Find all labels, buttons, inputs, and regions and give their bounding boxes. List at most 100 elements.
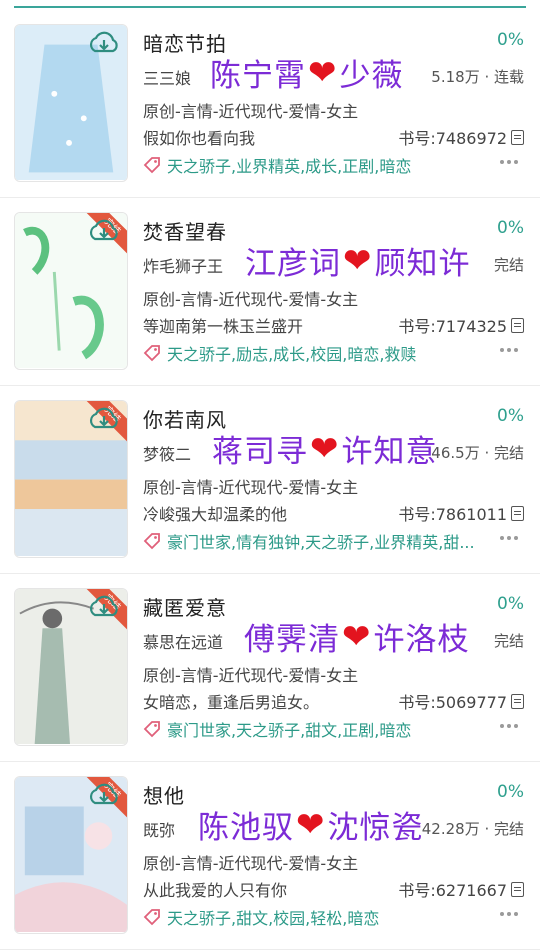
tag-icon: [143, 721, 160, 738]
overlay-name-left: 江彦词: [245, 246, 341, 282]
book-description: 等迦南第一株玉兰盛开: [143, 317, 304, 336]
tags-text: 豪门世家,情有独钟,天之骄子,业界精英,甜...: [167, 533, 475, 552]
book-cover[interactable]: 完结: [14, 400, 128, 558]
book-tags: 天之骄子,甜文,校园,轻松,暗恋: [143, 905, 513, 929]
couple-overlay: 傅霁清 ❤ 许洛枝: [244, 614, 470, 659]
book-cover[interactable]: 完结: [14, 212, 128, 370]
read-progress: 0%: [497, 30, 524, 50]
more-options-icon[interactable]: [500, 536, 518, 540]
couple-overlay: 陈宁霄 ❤ 少薇: [210, 50, 404, 95]
overlay-name-right: 许洛枝: [373, 622, 470, 658]
book-cover[interactable]: 完结: [14, 776, 128, 934]
book-item[interactable]: 完结 你若南风 0% 梦筱二 46.5万 · 完结 原创-言情-近代现代-爱情-…: [0, 386, 540, 574]
book-number[interactable]: 书号:7861011: [398, 501, 524, 525]
book-genre: 原创-言情-近代现代-爱情-女主: [143, 290, 359, 309]
cloud-download-icon[interactable]: [87, 593, 121, 621]
overlay-name-left: 蒋司寻: [212, 434, 308, 470]
book-stats: 完结: [493, 632, 524, 650]
overlay-name-right: 少薇: [339, 58, 404, 94]
overlay-name-left: 陈池驭: [198, 810, 294, 846]
book-number-text: 书号:7486972: [398, 129, 507, 148]
tags-text: 天之骄子,甜文,校园,轻松,暗恋: [167, 909, 380, 928]
overlay-name-left: 陈宁霄: [210, 58, 306, 94]
tag-icon: [143, 533, 160, 550]
more-options-icon[interactable]: [500, 160, 518, 164]
book-tags: 天之骄子,业界精英,成长,正剧,暗恋: [143, 153, 513, 177]
book-tags: 天之骄子,励志,成长,校园,暗恋,救赎: [143, 341, 513, 365]
heart-icon: ❤: [296, 804, 326, 845]
book-stats: 5.18万 · 连载: [431, 68, 524, 86]
book-stats: 42.28万 · 完结: [421, 820, 524, 838]
heart-icon: ❤: [342, 616, 372, 657]
book-item[interactable]: 完结 想他 0% 既弥 42.28万 · 完结 原创-言情-近代现代-爱情-女主…: [0, 762, 540, 950]
book-item[interactable]: 暗恋节拍 0% 三三娘 5.18万 · 连载 原创-言情-近代现代-爱情-女主 …: [0, 10, 540, 198]
book-number-text: 书号:5069777: [398, 693, 507, 712]
heart-icon: ❤: [310, 428, 340, 469]
book-number[interactable]: 书号:6271667: [398, 877, 524, 901]
book-stats: 完结: [493, 256, 524, 274]
tag-icon: [143, 345, 160, 362]
read-progress: 0%: [497, 594, 524, 614]
book-genre: 原创-言情-近代现代-爱情-女主: [143, 102, 359, 121]
book-description: 女暗恋，重逢后男追女。: [143, 693, 320, 712]
heart-icon: ❤: [343, 240, 373, 281]
tags-text: 豪门世家,天之骄子,甜文,正剧,暗恋: [167, 721, 412, 740]
overlay-name-right: 顾知许: [374, 246, 471, 282]
copy-icon[interactable]: [511, 505, 524, 521]
book-description: 从此我爱的人只有你: [143, 881, 288, 900]
read-progress: 0%: [497, 782, 524, 802]
book-genre: 原创-言情-近代现代-爱情-女主: [143, 666, 359, 685]
book-genre: 原创-言情-近代现代-爱情-女主: [143, 854, 359, 873]
book-item[interactable]: 完结 焚香望春 0% 炸毛狮子王 完结 原创-言情-近代现代-爱情-女主 等迦南…: [0, 198, 540, 386]
book-number-text: 书号:7174325: [398, 317, 507, 336]
more-options-icon[interactable]: [500, 912, 518, 916]
book-number[interactable]: 书号:7174325: [398, 313, 524, 337]
book-number-text: 书号:6271667: [398, 881, 507, 900]
book-cover[interactable]: [14, 24, 128, 182]
couple-overlay: 蒋司寻 ❤ 许知意: [212, 426, 438, 471]
book-author[interactable]: 既弥: [143, 817, 175, 841]
tags-text: 天之骄子,业界精英,成长,正剧,暗恋: [167, 157, 412, 176]
copy-icon[interactable]: [511, 693, 524, 709]
book-author[interactable]: 梦筱二: [143, 441, 191, 465]
book-tags: 豪门世家,天之骄子,甜文,正剧,暗恋: [143, 717, 513, 741]
copy-icon[interactable]: [511, 129, 524, 145]
book-tags: 豪门世家,情有独钟,天之骄子,业界精英,甜...: [143, 529, 513, 553]
book-item[interactable]: 完结 藏匿爱意 0% 慕思在远道 完结 原创-言情-近代现代-爱情-女主 女暗恋…: [0, 574, 540, 762]
book-description: 假如你也看向我: [143, 129, 256, 148]
top-divider: [14, 6, 526, 8]
book-genre: 原创-言情-近代现代-爱情-女主: [143, 478, 359, 497]
cloud-download-icon[interactable]: [87, 217, 121, 245]
book-number[interactable]: 书号:5069777: [398, 689, 524, 713]
cloud-download-icon[interactable]: [87, 405, 121, 433]
book-stats: 46.5万 · 完结: [431, 444, 524, 462]
cloud-download-icon[interactable]: [87, 781, 121, 809]
cloud-download-icon[interactable]: [87, 29, 121, 57]
couple-overlay: 陈池驭 ❤ 沈惊瓷: [198, 802, 424, 847]
tag-icon: [143, 909, 160, 926]
heart-icon: ❤: [308, 52, 338, 93]
couple-overlay: 江彦词 ❤ 顾知许: [245, 238, 471, 283]
overlay-name-right: 沈惊瓷: [327, 810, 424, 846]
book-author[interactable]: 炸毛狮子王: [143, 253, 223, 277]
book-title[interactable]: 想他: [143, 780, 185, 809]
book-title[interactable]: 焚香望春: [143, 216, 227, 245]
copy-icon[interactable]: [511, 881, 524, 897]
overlay-name-left: 傅霁清: [244, 622, 340, 658]
book-description: 冷峻强大却温柔的他: [143, 505, 288, 524]
book-list: 暗恋节拍 0% 三三娘 5.18万 · 连载 原创-言情-近代现代-爱情-女主 …: [0, 10, 540, 950]
book-title[interactable]: 藏匿爱意: [143, 592, 227, 621]
overlay-name-right: 许知意: [341, 434, 438, 470]
book-cover[interactable]: 完结: [14, 588, 128, 746]
book-number[interactable]: 书号:7486972: [398, 125, 524, 149]
tags-text: 天之骄子,励志,成长,校园,暗恋,救赎: [167, 345, 417, 364]
copy-icon[interactable]: [511, 317, 524, 333]
book-author[interactable]: 三三娘: [143, 65, 191, 89]
read-progress: 0%: [497, 406, 524, 426]
tag-icon: [143, 157, 160, 174]
more-options-icon[interactable]: [500, 724, 518, 728]
book-number-text: 书号:7861011: [398, 505, 507, 524]
book-author[interactable]: 慕思在远道: [143, 629, 223, 653]
read-progress: 0%: [497, 218, 524, 238]
more-options-icon[interactable]: [500, 348, 518, 352]
